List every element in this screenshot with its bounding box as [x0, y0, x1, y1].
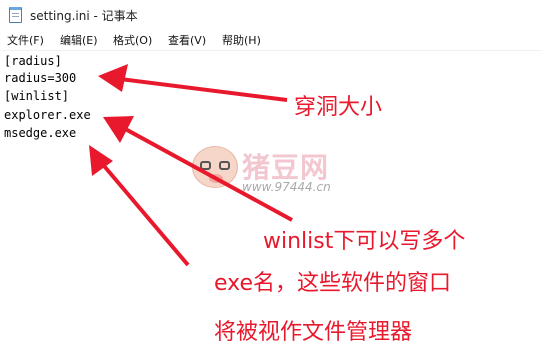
annotation-winlist-1: winlist下可以写多个 — [263, 229, 466, 254]
arrow-explorer — [117, 123, 293, 222]
arrow-msedge — [97, 158, 190, 267]
arrow-radius — [111, 76, 288, 102]
annotation-radius: 穿洞大小 — [294, 95, 383, 120]
arrow-radius-head — [98, 64, 128, 92]
annotation-winlist-3: 将被视作文件管理器 — [214, 320, 413, 345]
annotation-winlist-2: exe名，这些软件的窗口 — [214, 271, 452, 296]
